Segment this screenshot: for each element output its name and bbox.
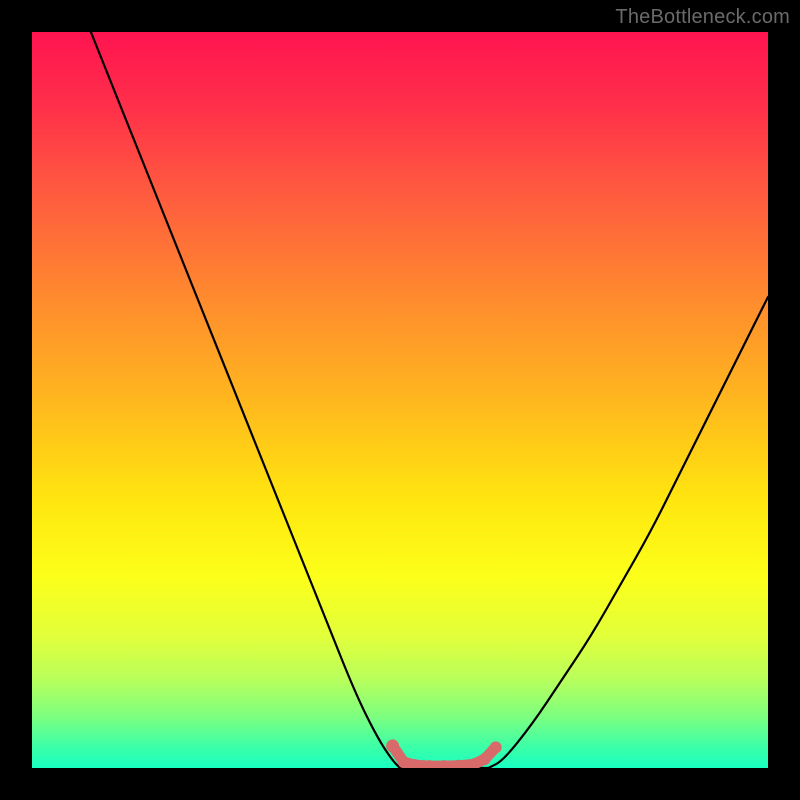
chart-frame: TheBottleneck.com bbox=[0, 0, 800, 800]
marker-dots bbox=[386, 739, 502, 768]
plot-area bbox=[32, 32, 768, 768]
marker-dot bbox=[479, 753, 491, 765]
marker-dot bbox=[386, 739, 399, 752]
marker-dot bbox=[490, 741, 502, 753]
bottleneck-curve bbox=[32, 32, 768, 768]
marker-dot bbox=[398, 756, 410, 768]
watermark-text: TheBottleneck.com bbox=[615, 6, 790, 29]
curve-path bbox=[91, 32, 768, 768]
